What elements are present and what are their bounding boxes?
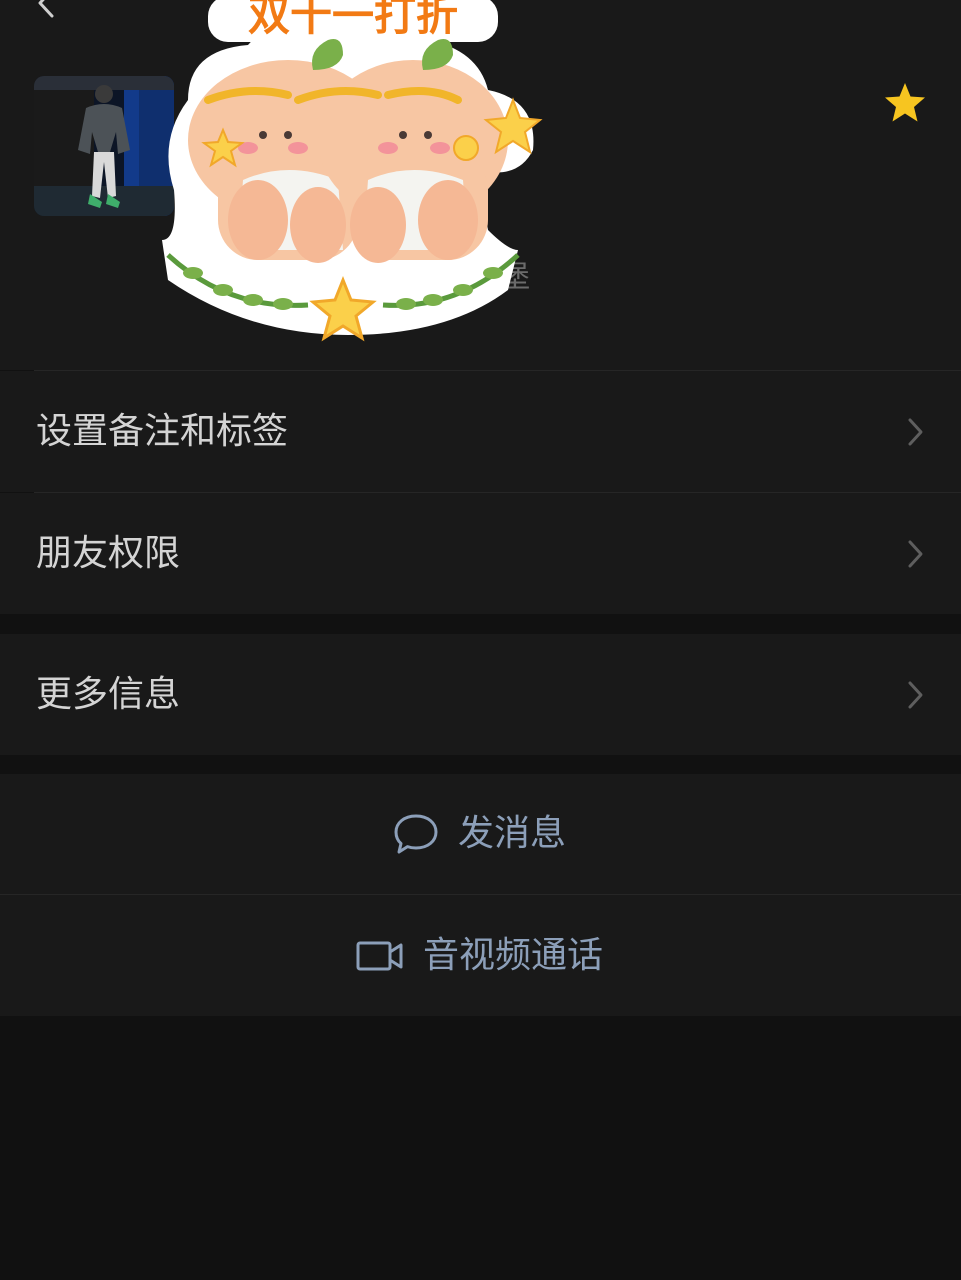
chevron-right-icon xyxy=(908,540,923,567)
menu-item-label: 更多信息 xyxy=(36,673,181,715)
menu-item-label: 设置备注和标签 xyxy=(36,410,289,452)
profile-header: ​堡 双十一打折 xyxy=(0,0,961,370)
video-call-label: 音视频通话 xyxy=(423,934,604,976)
video-camera-icon xyxy=(356,941,403,970)
sticker-title: 双十一打折 xyxy=(248,0,458,40)
menu-item-friend-permissions[interactable]: 朋友权限 xyxy=(0,493,961,614)
video-call-button[interactable]: 音视频通话 xyxy=(0,895,961,1016)
menu-item-more-info[interactable]: 更多信息 xyxy=(0,634,961,755)
star-icon[interactable] xyxy=(882,80,928,126)
menu-item-remark-tags[interactable]: 设置备注和标签 xyxy=(0,371,961,492)
send-message-label: 发消息 xyxy=(458,813,567,854)
chat-bubble-icon xyxy=(394,814,438,854)
chevron-right-icon xyxy=(908,418,923,445)
send-message-button[interactable]: 发消息 xyxy=(0,774,961,894)
back-icon[interactable] xyxy=(30,0,64,20)
menu-item-label: 朋友权限 xyxy=(36,532,181,574)
sticker-decoration: 双十一打折 xyxy=(162,0,543,342)
chevron-right-icon xyxy=(908,681,923,708)
